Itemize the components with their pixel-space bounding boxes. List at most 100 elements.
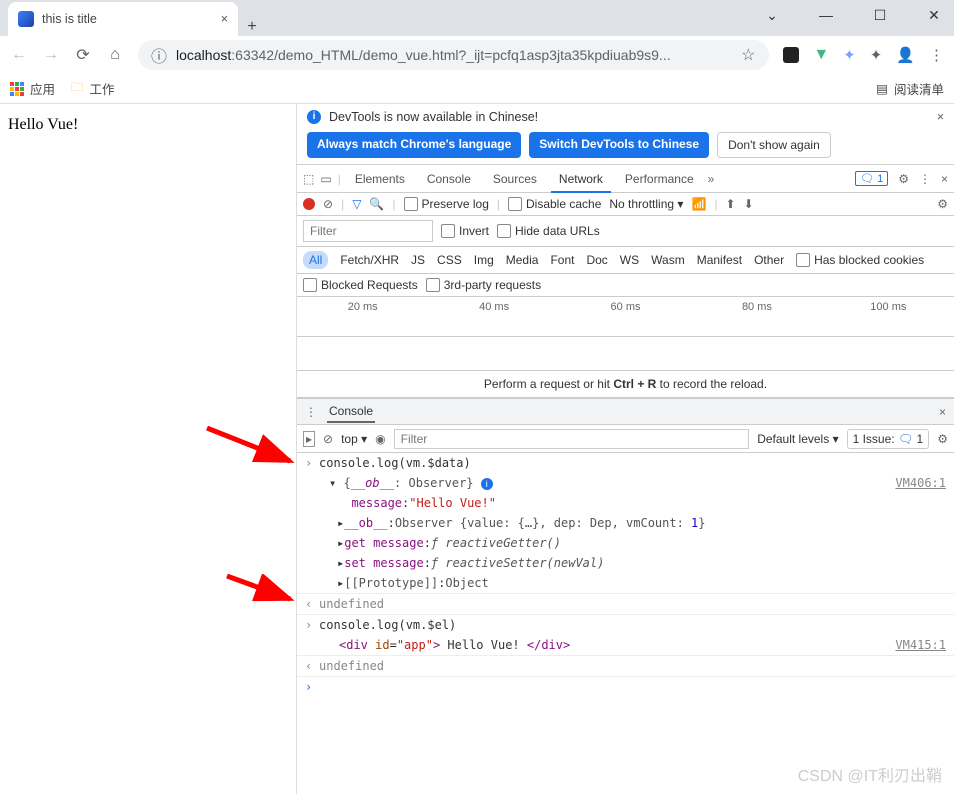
- object-header[interactable]: ▾ {__ob__: Observer} i: [319, 476, 493, 490]
- url-text: localhost:63342/demo_HTML/demo_vue.html?…: [176, 47, 671, 63]
- star-icon[interactable]: ☆: [739, 45, 757, 65]
- profile-icon[interactable]: 👤: [896, 46, 915, 64]
- object-setter[interactable]: ▸ set message: ƒ reactiveSetter(newVal): [297, 553, 954, 573]
- eye-icon[interactable]: ◉: [375, 432, 385, 446]
- tab-performance[interactable]: Performance: [617, 165, 702, 193]
- hide-urls-checkbox[interactable]: Hide data URLs: [497, 224, 600, 238]
- extension-icon-2[interactable]: ✦: [843, 46, 856, 64]
- search-icon[interactable]: 🔍: [369, 197, 384, 211]
- console-sidebar-icon[interactable]: ▸: [303, 431, 315, 447]
- tab-close-icon[interactable]: ×: [221, 12, 228, 26]
- reload-icon[interactable]: ⟳: [74, 45, 92, 65]
- time-tick: 60 ms: [560, 301, 691, 332]
- console-input-2: console.log(vm.$el): [319, 618, 456, 632]
- bookmark-work[interactable]: 🗀工作: [71, 78, 115, 99]
- filter-all[interactable]: All: [303, 251, 328, 269]
- extensions-icon[interactable]: ✦: [870, 46, 883, 64]
- source-link[interactable]: VM415:1: [895, 638, 946, 652]
- object-getter[interactable]: ▸ get message: ƒ reactiveGetter(): [297, 533, 954, 553]
- disable-cache-checkbox[interactable]: Disable cache: [508, 197, 601, 211]
- settings-icon[interactable]: ⚙: [898, 172, 909, 186]
- vue-devtools-icon[interactable]: ▼: [813, 46, 829, 64]
- context-select[interactable]: top ▾: [341, 432, 367, 446]
- network-settings-icon[interactable]: ⚙: [937, 197, 948, 211]
- object-prop-message: message: "Hello Vue!": [297, 493, 954, 513]
- home-icon[interactable]: ⌂: [106, 46, 124, 64]
- chevron-left-icon: ‹: [305, 597, 319, 611]
- maximize-icon[interactable]: ☐: [868, 7, 892, 24]
- annotation-arrow-2: [225, 574, 295, 604]
- source-link[interactable]: VM406:1: [895, 476, 946, 490]
- filter-img[interactable]: Img: [474, 253, 494, 267]
- extension-icon-1[interactable]: [783, 47, 799, 63]
- forward-icon[interactable]: →: [42, 46, 60, 64]
- drawer-tab-console[interactable]: Console: [327, 400, 375, 423]
- filter-font[interactable]: Font: [550, 253, 574, 267]
- chevron-right-icon: ›: [305, 618, 319, 632]
- blocked-requests-checkbox[interactable]: Blocked Requests: [303, 278, 418, 292]
- filter-icon[interactable]: ▽: [352, 197, 361, 211]
- new-tab-button[interactable]: +: [238, 18, 266, 36]
- preserve-log-checkbox[interactable]: Preserve log: [404, 197, 489, 211]
- console-settings-icon[interactable]: ⚙: [937, 432, 948, 446]
- filter-ws[interactable]: WS: [620, 253, 639, 267]
- thirdparty-checkbox[interactable]: 3rd-party requests: [426, 278, 541, 292]
- device-icon[interactable]: ▭: [320, 172, 331, 186]
- object-prototype[interactable]: ▸ [[Prototype]]: Object: [297, 573, 954, 593]
- object-prop-ob[interactable]: ▸ __ob__: Observer {value: {…}, dep: Dep…: [297, 513, 954, 533]
- issues-button[interactable]: 1 Issue: 🗨 1: [847, 429, 930, 449]
- console-element[interactable]: <div id="app"> Hello Vue! </div>: [319, 638, 570, 652]
- more-tabs-icon[interactable]: »: [708, 172, 715, 186]
- filter-manifest[interactable]: Manifest: [697, 253, 742, 267]
- tab-console[interactable]: Console: [419, 165, 479, 193]
- console-return-undefined: undefined: [319, 597, 384, 611]
- inspect-icon[interactable]: ⬚: [303, 172, 314, 186]
- tab-elements[interactable]: Elements: [347, 165, 413, 193]
- infobar-btn-switch[interactable]: Switch DevTools to Chinese: [529, 132, 709, 158]
- clear-icon[interactable]: ⊘: [323, 197, 333, 211]
- wifi-icon[interactable]: 📶: [691, 197, 706, 211]
- filter-other[interactable]: Other: [754, 253, 784, 267]
- console-output: ›console.log(vm.$data) ▾ {__ob__: Observ…: [297, 453, 954, 697]
- chevron-down-icon[interactable]: ⌄: [760, 7, 784, 24]
- filter-wasm[interactable]: Wasm: [651, 253, 685, 267]
- issues-badge[interactable]: 🗨 1: [855, 171, 888, 186]
- filter-fetch[interactable]: Fetch/XHR: [340, 253, 399, 267]
- drawer-kebab-icon[interactable]: ⋮: [305, 405, 317, 419]
- blocked-cookies-checkbox[interactable]: Has blocked cookies: [796, 253, 924, 267]
- reading-list[interactable]: ▤阅读清单: [876, 79, 944, 98]
- devtools-close-icon[interactable]: ×: [941, 172, 948, 186]
- network-filter-input[interactable]: [303, 220, 433, 242]
- kebab-menu-icon[interactable]: ⋮: [929, 46, 944, 64]
- throttling-select[interactable]: No throttling ▾: [609, 197, 683, 211]
- console-clear-icon[interactable]: ⊘: [323, 432, 333, 446]
- drawer-close-icon[interactable]: ×: [939, 405, 946, 419]
- console-filter-input[interactable]: [394, 429, 750, 449]
- readlist-icon: ▤: [876, 81, 888, 96]
- waterfall-empty: [297, 337, 954, 371]
- tab-network[interactable]: Network: [551, 165, 611, 193]
- filter-doc[interactable]: Doc: [586, 253, 607, 267]
- log-levels-select[interactable]: Default levels ▾: [757, 432, 838, 446]
- record-icon[interactable]: [303, 198, 315, 210]
- filter-css[interactable]: CSS: [437, 253, 462, 267]
- tab-sources[interactable]: Sources: [485, 165, 545, 193]
- filter-media[interactable]: Media: [506, 253, 539, 267]
- info-dot-icon[interactable]: i: [481, 478, 493, 490]
- upload-icon[interactable]: ⬆: [726, 197, 736, 211]
- url-input[interactable]: ⓘ localhost:63342/demo_HTML/demo_vue.htm…: [138, 40, 769, 70]
- back-icon[interactable]: ←: [10, 46, 28, 64]
- prompt-icon[interactable]: ›: [305, 680, 319, 694]
- bookmark-apps[interactable]: 应用: [10, 79, 55, 98]
- download-icon[interactable]: ⬇: [744, 197, 754, 211]
- infobar-btn-dontshow[interactable]: Don't show again: [717, 132, 831, 158]
- filter-js[interactable]: JS: [411, 253, 425, 267]
- browser-tab[interactable]: this is title ×: [8, 2, 238, 36]
- invert-checkbox[interactable]: Invert: [441, 224, 489, 238]
- kebab-icon[interactable]: ⋮: [919, 172, 931, 186]
- infobar-btn-match[interactable]: Always match Chrome's language: [307, 132, 521, 158]
- site-info-icon[interactable]: ⓘ: [150, 43, 168, 67]
- minimize-icon[interactable]: —: [814, 7, 838, 23]
- infobar-close-icon[interactable]: ×: [937, 110, 944, 124]
- close-icon[interactable]: ✕: [922, 7, 946, 24]
